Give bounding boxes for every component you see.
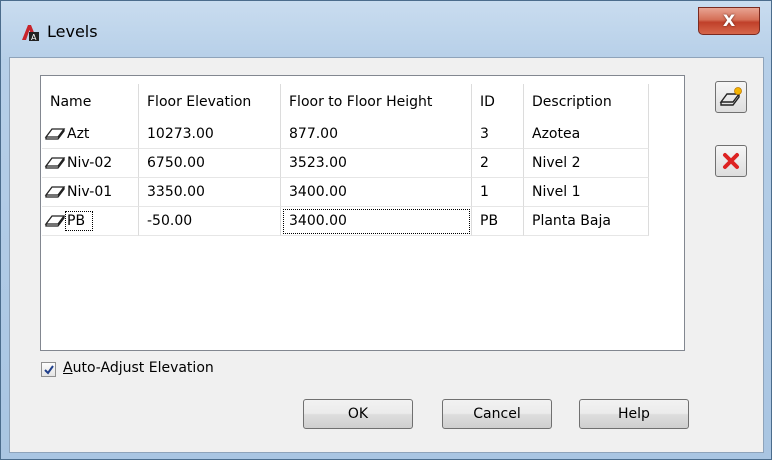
- cell-name[interactable]: Niv-02: [42, 149, 139, 178]
- add-level-button[interactable]: [715, 81, 747, 113]
- table-header: Name Floor Elevation Floor to Floor Heig…: [42, 84, 685, 120]
- levels-table[interactable]: Name Floor Elevation Floor to Floor Heig…: [40, 75, 685, 351]
- cell-name-text: PB: [64, 211, 94, 231]
- cell-name[interactable]: PB: [42, 207, 139, 236]
- column-header-id[interactable]: ID: [472, 84, 524, 120]
- cell-floor-to-floor-height[interactable]: 3400.00: [281, 178, 472, 207]
- cell-name[interactable]: Niv-01: [42, 178, 139, 207]
- levels-dialog: A Levels X Name Floor Elevation Floor to…: [0, 0, 772, 460]
- level-icon: [44, 186, 66, 198]
- cell-id[interactable]: PB: [472, 207, 524, 236]
- dialog-body: Name Floor Elevation Floor to Floor Heig…: [9, 57, 764, 453]
- cell-floor-elevation[interactable]: 10273.00: [139, 120, 281, 149]
- table-row[interactable]: PB -50.00 3400.00 PB Planta Baja: [42, 207, 685, 236]
- cell-description[interactable]: Nivel 1: [524, 178, 649, 207]
- cancel-button[interactable]: Cancel: [442, 399, 552, 429]
- column-header-floor-to-floor-height[interactable]: Floor to Floor Height: [281, 84, 472, 120]
- delete-level-button[interactable]: [715, 145, 747, 177]
- column-header-floor-elevation[interactable]: Floor Elevation: [139, 84, 281, 120]
- window-title: Levels: [47, 22, 98, 41]
- column-header-description[interactable]: Description: [524, 84, 649, 120]
- table-row[interactable]: Azt 10273.00 877.00 3 Azotea: [42, 120, 685, 149]
- delete-icon: [723, 153, 739, 169]
- cell-name-text: Niv-02: [67, 155, 113, 171]
- help-button[interactable]: Help: [579, 399, 689, 429]
- svg-text:A: A: [31, 33, 37, 42]
- level-icon: [44, 128, 66, 140]
- cell-id[interactable]: 2: [472, 149, 524, 178]
- cell-id[interactable]: 3: [472, 120, 524, 149]
- column-header-name[interactable]: Name: [42, 84, 139, 120]
- table-row[interactable]: Niv-02 6750.00 3523.00 2 Nivel 2: [42, 149, 685, 178]
- cell-name-text: Azt: [67, 126, 90, 142]
- cell-floor-elevation[interactable]: 6750.00: [139, 149, 281, 178]
- cell-description[interactable]: Azotea: [524, 120, 649, 149]
- cell-name-text: Niv-01: [67, 184, 113, 200]
- cell-floor-to-floor-height[interactable]: 3523.00: [281, 149, 472, 178]
- table-row[interactable]: Niv-01 3350.00 3400.00 1 Nivel 1: [42, 178, 685, 207]
- close-button[interactable]: X: [698, 7, 760, 35]
- checkmark-icon: [44, 365, 54, 375]
- cell-floor-elevation[interactable]: -50.00: [139, 207, 281, 236]
- cell-description[interactable]: Nivel 2: [524, 149, 649, 178]
- cell-name[interactable]: Azt: [42, 120, 139, 149]
- access-key-letter: A: [63, 360, 73, 376]
- cell-floor-to-floor-height[interactable]: 3400.00: [281, 207, 472, 236]
- auto-adjust-elevation-checkbox[interactable]: [41, 362, 56, 377]
- add-level-icon: [719, 87, 742, 106]
- level-icon: [44, 215, 66, 227]
- column-header-spacer: [649, 84, 685, 120]
- cell-floor-elevation[interactable]: 3350.00: [139, 178, 281, 207]
- ok-button[interactable]: OK: [303, 399, 413, 429]
- title-bar[interactable]: A Levels X: [1, 1, 772, 57]
- autocad-app-icon: A: [22, 25, 39, 42]
- cell-description[interactable]: Planta Baja: [524, 207, 649, 236]
- cell-floor-to-floor-height[interactable]: 877.00: [281, 120, 472, 149]
- level-icon: [44, 157, 66, 169]
- cell-id[interactable]: 1: [472, 178, 524, 207]
- auto-adjust-elevation-label: Auto-Adjust Elevation: [63, 360, 214, 376]
- auto-adjust-label-rest: uto-Adjust Elevation: [72, 360, 214, 376]
